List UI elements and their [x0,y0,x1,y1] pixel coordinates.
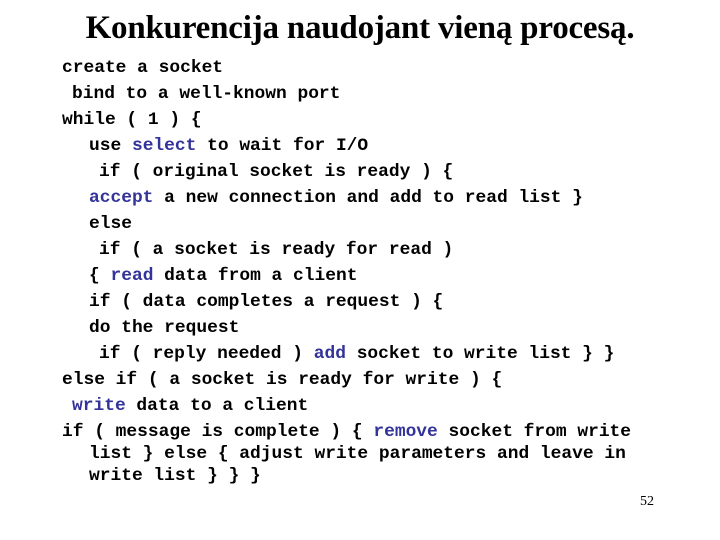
code-line: create a socket [62,57,682,83]
code-text: { [89,266,111,286]
code-line: write list } } } [62,465,682,491]
code-line: if ( data completes a request ) { [62,291,682,317]
code-keyword: write [72,396,126,416]
code-text: if ( a socket is ready for read ) [99,240,454,260]
code-text: write list } } } [89,466,261,486]
code-line: else if ( a socket is ready for write ) … [62,369,682,395]
code-line: while ( 1 ) { [62,109,682,135]
code-text: socket to write list } } [345,344,615,364]
code-line: else [62,213,682,239]
code-text: a new connection and add to read list } [153,188,583,208]
code-keyword: read [110,266,154,286]
slide-title: Konkurencija naudojant vieną procesą. [85,10,635,46]
code-line: accept a new connection and add to read … [62,187,682,213]
code-text: data to a client [125,396,309,416]
code-text: create a socket [62,58,224,78]
code-text: else if ( a socket is ready for write ) … [62,370,503,390]
code-text: socket from write [437,422,632,442]
code-line: write data to a client [62,395,682,421]
code-line: if ( reply needed ) add socket to write … [62,343,682,369]
code-line: list } else { adjust write parameters an… [62,443,682,465]
code-text: if ( message is complete ) { [62,422,374,442]
code-text: to wait for I/O [196,136,369,156]
code-line: if ( a socket is ready for read ) [62,239,682,265]
code-text: list } else { adjust write parameters an… [89,444,626,464]
code-line: do the request [62,317,682,343]
code-text: bind to a well-known port [72,84,341,104]
page-number: 52 [640,494,654,509]
code-text: if ( reply needed ) [99,344,314,364]
code-keyword: add [313,344,346,364]
code-line: if ( message is complete ) { remove sock… [62,421,682,443]
code-line: { read data from a client [62,265,682,291]
code-text: if ( data completes a request ) { [89,292,444,312]
code-line: bind to a well-known port [62,83,682,109]
code-text: else [89,214,132,234]
pseudocode-block: create a socket bind to a well-known port… [62,57,682,491]
code-keyword: select [131,136,197,156]
code-text: do the request [89,318,240,338]
code-keyword: remove [373,422,438,442]
code-text: data from a client [153,266,358,286]
code-line: if ( original socket is ready ) { [62,161,682,187]
code-keyword: accept [89,188,154,208]
code-text: if ( original socket is ready ) { [99,162,454,182]
code-text: use [89,136,132,156]
code-line: use select to wait for I/O [62,135,682,161]
code-text: while ( 1 ) { [62,110,202,130]
